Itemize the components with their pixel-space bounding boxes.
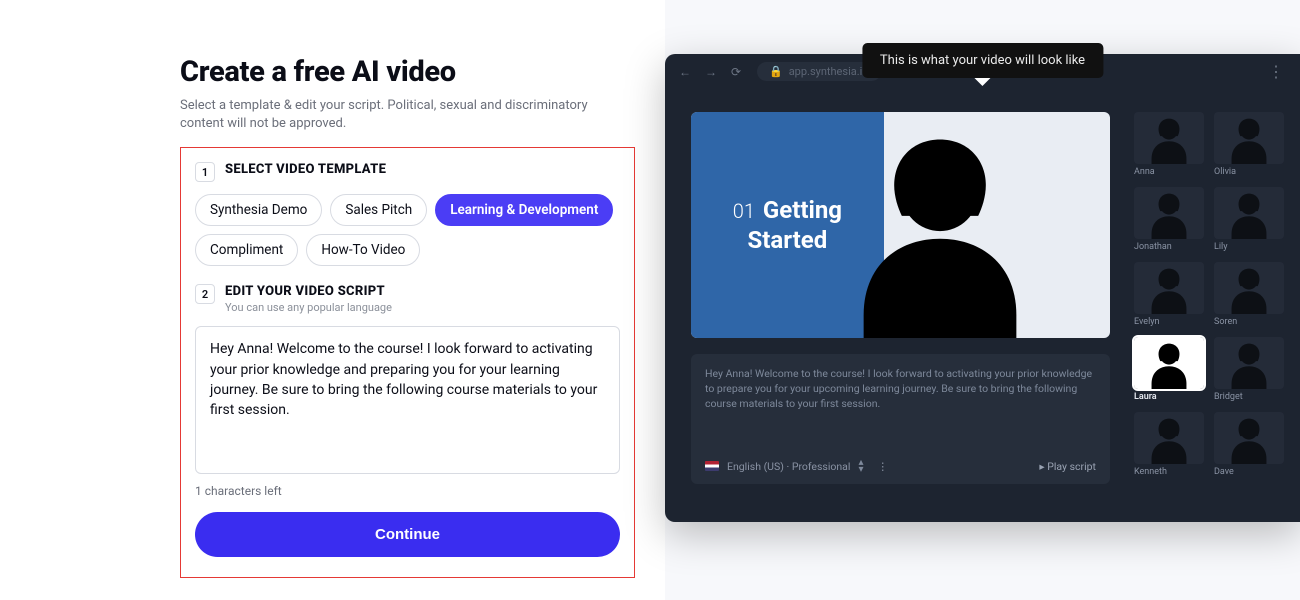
kebab-icon[interactable]: ⋮ <box>877 459 888 474</box>
script-preview-panel: Hey Anna! Welcome to the course! I look … <box>691 354 1110 484</box>
avatar-thumb <box>1134 262 1204 314</box>
browser-menu-icon[interactable]: ⋮ <box>1268 62 1286 81</box>
step-1-number: 1 <box>195 162 215 182</box>
template-chip[interactable]: How-To Video <box>306 234 420 266</box>
browser-back-icon[interactable]: ← <box>679 65 691 77</box>
preview-browser: ← → ⟳ 🔒 app.synthesia.io ⋮ 01 Getting <box>665 54 1300 522</box>
avatar-label: Soren <box>1214 317 1284 327</box>
avatar-thumb <box>1214 187 1284 239</box>
language-select[interactable]: English (US) · Professional <box>727 459 850 474</box>
step-2-label: EDIT YOUR VIDEO SCRIPT <box>225 284 392 299</box>
characters-left: 1 characters left <box>195 484 620 498</box>
presenter-avatar <box>840 128 1050 338</box>
avatar-option[interactable]: Dave <box>1214 412 1284 477</box>
slide-number: 01 <box>733 199 755 223</box>
avatar-option[interactable]: Jonathan <box>1134 187 1204 252</box>
browser-url: app.synthesia.io <box>789 65 869 78</box>
language-flag-icon <box>705 461 719 471</box>
template-chip[interactable]: Learning & Development <box>435 194 613 226</box>
avatar-thumb <box>1134 187 1204 239</box>
avatar-option[interactable]: Bridget <box>1214 337 1284 402</box>
avatar-thumb <box>1214 112 1284 164</box>
form-highlight-box: 1 SELECT VIDEO TEMPLATE Synthesia DemoSa… <box>180 147 635 578</box>
video-preview: 01 Getting Started <box>691 112 1110 338</box>
avatar-option[interactable]: Kenneth <box>1134 412 1204 477</box>
avatar-option[interactable]: Evelyn <box>1134 262 1204 327</box>
avatar-label: Jonathan <box>1134 242 1204 252</box>
script-preview-text: Hey Anna! Welcome to the course! I look … <box>705 366 1096 451</box>
avatar-option[interactable]: Olivia <box>1214 112 1284 177</box>
avatar-thumb <box>1214 262 1284 314</box>
continue-button[interactable]: Continue <box>195 512 620 557</box>
page-title: Create a free AI video <box>180 55 665 89</box>
avatar-thumb <box>1134 112 1204 164</box>
avatar-thumb <box>1214 412 1284 464</box>
template-chip[interactable]: Sales Pitch <box>330 194 427 226</box>
avatar-label: Laura <box>1134 392 1204 402</box>
script-textarea[interactable] <box>195 326 620 474</box>
template-chip[interactable]: Compliment <box>195 234 298 266</box>
language-stepper[interactable]: ▴▾ <box>858 459 863 473</box>
avatar-option[interactable]: Lily <box>1214 187 1284 252</box>
slide-line2: Started <box>748 226 828 254</box>
page-subtitle: Select a template & edit your script. Po… <box>180 97 610 133</box>
avatar-label: Evelyn <box>1134 317 1204 327</box>
avatar-option[interactable]: Laura <box>1134 337 1204 402</box>
avatar-thumb <box>1134 412 1204 464</box>
avatar-label: Anna <box>1134 167 1204 177</box>
avatar-label: Bridget <box>1214 392 1284 402</box>
avatar-label: Lily <box>1214 242 1284 252</box>
avatar-option[interactable]: Anna <box>1134 112 1204 177</box>
avatar-grid: Anna Olivia Jonathan Lily Evelyn Soren Laura Br… <box>1130 88 1300 522</box>
browser-reload-icon[interactable]: ⟳ <box>731 65 743 77</box>
template-chip[interactable]: Synthesia Demo <box>195 194 322 226</box>
lock-icon: 🔒 <box>769 65 783 78</box>
play-script-button[interactable]: ▸ Play script <box>1039 459 1096 474</box>
step-1-label: SELECT VIDEO TEMPLATE <box>225 162 386 177</box>
avatar-label: Dave <box>1214 467 1284 477</box>
avatar-thumb <box>1214 337 1284 389</box>
avatar-label: Kenneth <box>1134 467 1204 477</box>
avatar-option[interactable]: Soren <box>1214 262 1284 327</box>
preview-tooltip: This is what your video will look like <box>862 43 1103 78</box>
avatar-thumb <box>1134 337 1204 389</box>
step-2-number: 2 <box>195 284 215 304</box>
browser-forward-icon[interactable]: → <box>705 65 717 77</box>
avatar-label: Olivia <box>1214 167 1284 177</box>
slide-line1: Getting <box>763 196 842 224</box>
step-2-hint: You can use any popular language <box>225 301 392 314</box>
template-chip-group: Synthesia DemoSales PitchLearning & Deve… <box>195 194 620 266</box>
